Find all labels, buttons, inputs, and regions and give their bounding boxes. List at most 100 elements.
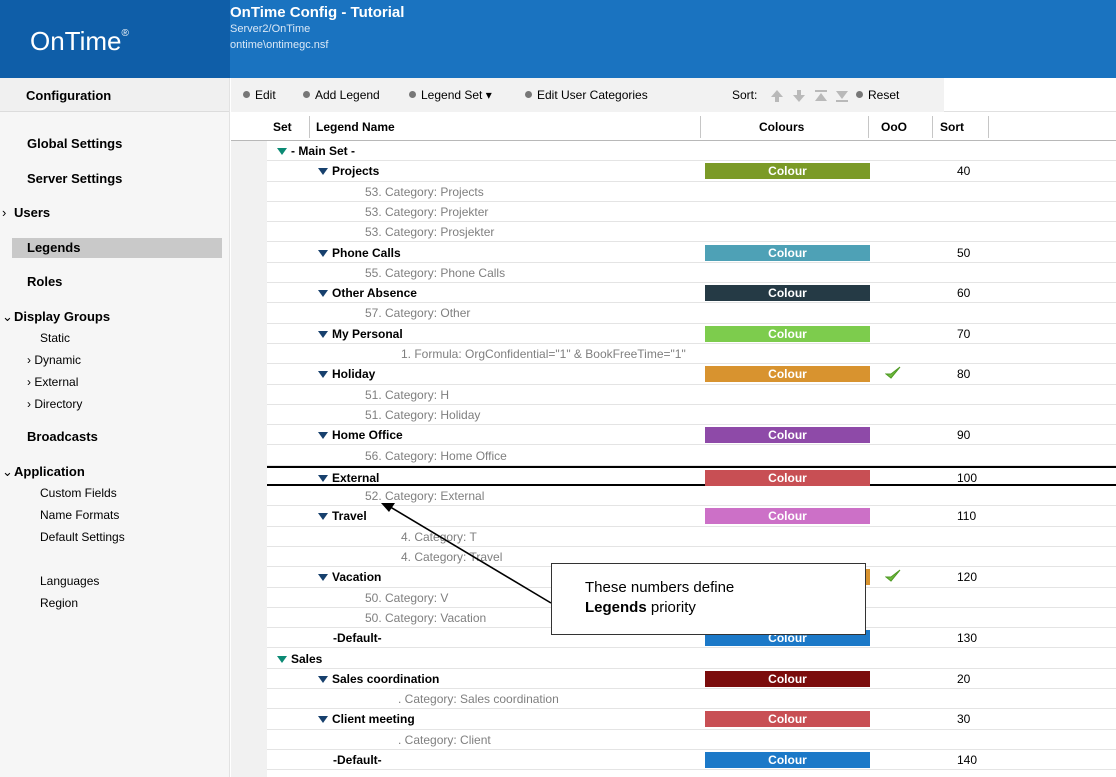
row-text: 50. Category: V (365, 590, 449, 605)
edit-user-categories-button[interactable]: Edit User Categories (525, 88, 648, 102)
nav-display-groups[interactable]: ⌄Display Groups (0, 307, 222, 327)
column-set[interactable]: Set (273, 120, 292, 134)
expand-triangle-icon[interactable] (318, 432, 328, 440)
legend-name: Other Absence (318, 286, 417, 300)
expand-triangle-icon[interactable] (318, 675, 328, 683)
legend-row[interactable]: Travel Colour 110 (267, 506, 1116, 527)
expand-triangle-icon[interactable] (277, 148, 287, 155)
grid-gutter (231, 141, 267, 777)
column-ooo[interactable]: OoO (881, 120, 907, 134)
colour-swatch[interactable]: Colour (705, 711, 870, 728)
nav-region[interactable]: Region (40, 594, 78, 612)
colour-swatch[interactable]: Colour (705, 508, 870, 525)
legend-set-row[interactable]: Sales (267, 649, 1116, 669)
legend-row[interactable]: Projects Colour 40 (267, 161, 1116, 182)
colour-swatch[interactable]: Colour (705, 670, 870, 687)
chevron-down-icon: ⌄ (2, 309, 13, 324)
category-row[interactable]: 4. Category: T (267, 527, 1116, 547)
nav-global-settings[interactable]: Global Settings (0, 134, 222, 154)
category-row[interactable]: 52. Category: External (267, 486, 1116, 507)
legend-row[interactable]: Client meeting Colour 30 (267, 709, 1116, 730)
colour-swatch[interactable]: Colour (705, 427, 870, 444)
legend-row[interactable]: Holiday Colour 80 (267, 364, 1116, 385)
nav-external[interactable]: › External (27, 373, 78, 391)
legend-name: My Personal (318, 327, 403, 341)
legend-set-row[interactable]: - Main Set - (267, 141, 1116, 162)
category-row[interactable]: 51. Category: Holiday (267, 405, 1116, 426)
nav-legends[interactable]: Legends (12, 238, 222, 258)
nav-custom-fields[interactable]: Custom Fields (40, 484, 117, 502)
nav-users[interactable]: › Users (0, 203, 222, 223)
expand-triangle-icon[interactable] (318, 330, 328, 338)
nav-languages[interactable]: Languages (40, 572, 99, 590)
legend-row[interactable]: External Colour 100 (267, 465, 1116, 487)
legend-row[interactable]: -Default- Colour 140 (267, 750, 1116, 771)
sort-value: 30 (957, 712, 971, 727)
column-legend-name[interactable]: Legend Name (316, 120, 395, 134)
colour-swatch[interactable]: Colour (705, 752, 870, 768)
category-row[interactable]: 53. Category: Projects (267, 182, 1116, 202)
category-label: 52. Category: External (365, 489, 484, 503)
colour-swatch[interactable]: Colour (705, 163, 870, 180)
category-row[interactable]: . Category: Sales coordination (267, 689, 1116, 710)
sort-value: 40 (957, 164, 971, 179)
category-row[interactable]: . Category: Client (267, 730, 1116, 750)
colour-swatch[interactable]: Colour (705, 244, 870, 261)
sort-label: Sort: (732, 88, 758, 102)
row-text: Client meeting (332, 712, 415, 727)
legend-row[interactable]: Home Office Colour 90 (267, 425, 1116, 446)
category-row[interactable]: 53. Category: Projekter (267, 202, 1116, 223)
column-sort[interactable]: Sort (940, 120, 964, 134)
legend-row[interactable]: Other Absence Colour 60 (267, 283, 1116, 304)
edit-button[interactable]: Edit (243, 88, 276, 102)
category-row[interactable]: 51. Category: H (267, 385, 1116, 405)
category-row[interactable]: 53. Category: Prosjekter (267, 222, 1116, 243)
sort-value: 70 (957, 326, 971, 341)
legend-row[interactable]: Phone Calls Colour 50 (267, 243, 1116, 263)
category-row[interactable]: 55. Category: Phone Calls (267, 263, 1116, 284)
colour-swatch[interactable]: Colour (705, 469, 870, 486)
colour-swatch[interactable]: Colour (705, 325, 870, 342)
expand-triangle-icon[interactable] (318, 290, 328, 298)
nav-broadcasts[interactable]: Broadcasts (0, 427, 222, 447)
legend-row[interactable]: Sales coordination Colour 20 (267, 669, 1116, 690)
nav-directory[interactable]: › Directory (27, 395, 82, 413)
category-row[interactable]: 57. Category: Other (267, 303, 1116, 324)
move-up-icon[interactable] (770, 89, 784, 103)
sort-value: 110 (957, 509, 977, 524)
legend-set-dropdown[interactable]: Legend Set ▾ (409, 88, 492, 102)
expand-triangle-icon[interactable] (318, 474, 328, 482)
move-bottom-icon[interactable] (835, 89, 849, 103)
category-row[interactable]: 1. Formula: OrgConfidential="1" & BookFr… (267, 344, 1116, 365)
expand-triangle-icon[interactable] (318, 249, 328, 257)
legend-row[interactable]: My Personal Colour 70 (267, 324, 1116, 344)
category-label: . Category: Sales coordination (398, 692, 559, 706)
column-colours[interactable]: Colours (759, 120, 804, 134)
move-top-icon[interactable] (814, 89, 828, 103)
category-row[interactable]: 56. Category: Home Office (267, 446, 1116, 466)
nav-name-formats[interactable]: Name Formats (40, 506, 119, 524)
nav-server-settings[interactable]: Server Settings (0, 169, 222, 189)
add-legend-button[interactable]: Add Legend (303, 88, 380, 102)
nav-default-settings[interactable]: Default Settings (40, 528, 125, 546)
sort-value: 140 (957, 753, 978, 767)
expand-triangle-icon[interactable] (318, 513, 328, 521)
expand-triangle-icon[interactable] (277, 655, 287, 663)
row-text: 52. Category: External (365, 489, 485, 504)
expand-triangle-icon[interactable] (318, 574, 328, 582)
expand-triangle-icon[interactable] (318, 371, 328, 379)
nav-roles[interactable]: Roles (0, 272, 222, 292)
sort-value: 80 (957, 367, 971, 382)
colour-swatch[interactable]: Colour (705, 285, 870, 302)
colour-swatch[interactable]: Colour (705, 366, 870, 383)
nav-application[interactable]: ⌄Application (0, 462, 222, 482)
move-down-icon[interactable] (792, 89, 806, 103)
bullet-icon (243, 91, 250, 98)
reset-button[interactable]: Reset (856, 88, 899, 102)
nav-static[interactable]: Static (40, 329, 70, 347)
row-text: 55. Category: Phone Calls (365, 265, 506, 280)
expand-triangle-icon[interactable] (318, 168, 328, 176)
expand-triangle-icon[interactable] (318, 716, 328, 724)
nav-dynamic[interactable]: › Dynamic (27, 351, 81, 369)
row-text: Holiday (332, 367, 376, 382)
